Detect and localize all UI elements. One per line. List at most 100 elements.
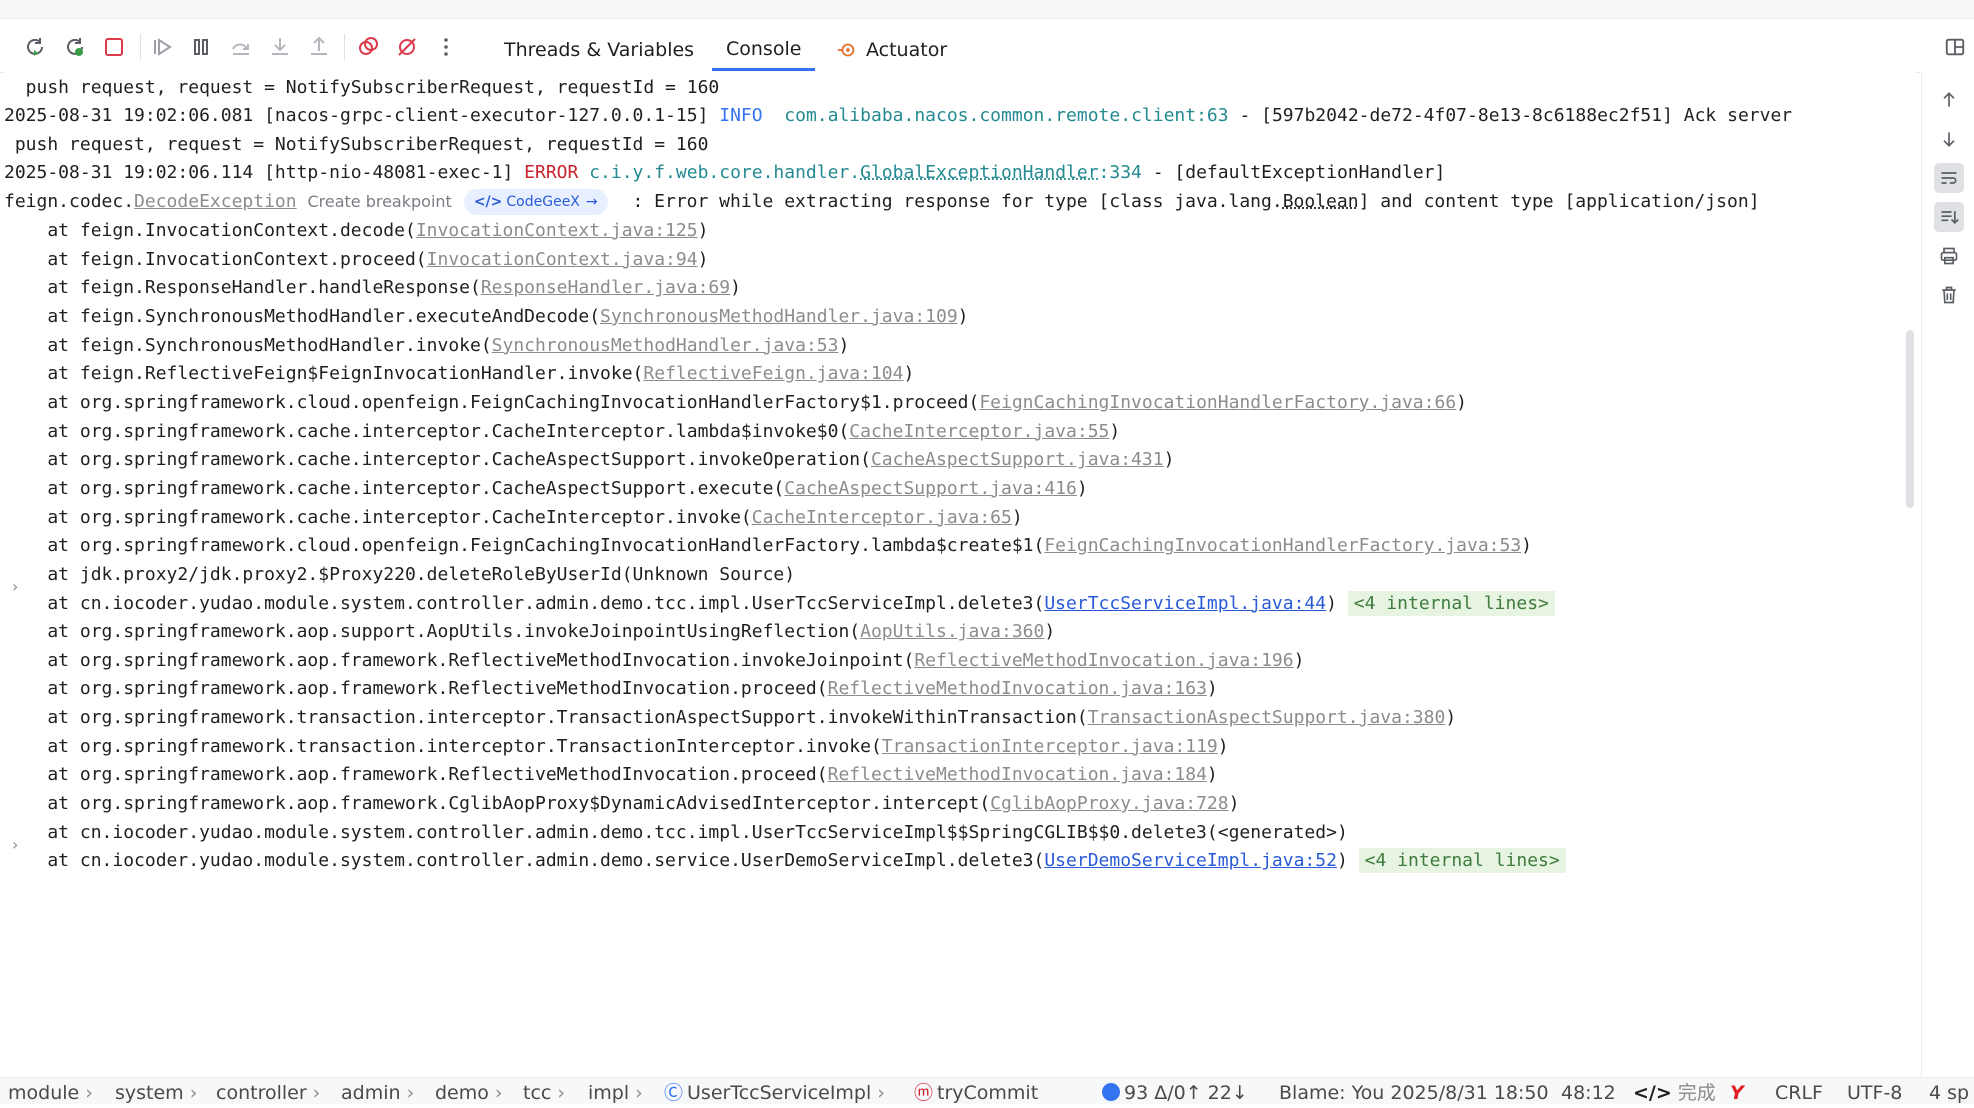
step-over-icon[interactable] <box>227 33 255 61</box>
source-link[interactable]: FeignCachingInvocationHandlerFactory.jav… <box>1044 535 1521 556</box>
up-arrow-icon[interactable] <box>1934 85 1964 115</box>
console-output[interactable]: push request, request = NotifySubscriber… <box>4 72 1916 1077</box>
logger-name[interactable]: com.alibaba.nacos.common.remote.client:6… <box>763 105 1228 126</box>
breadcrumb-item[interactable]: demo › <box>435 1078 503 1104</box>
tab-console[interactable]: Console <box>712 30 816 71</box>
logger-line: :334 <box>1098 162 1142 183</box>
vcs-changes[interactable]: 93 Δ/0↑ 22↓ <box>1102 1078 1248 1104</box>
vertical-scrollbar[interactable] <box>1906 330 1914 508</box>
source-link[interactable]: ResponseHandler.java:69 <box>481 277 730 298</box>
more-options-icon[interactable] <box>432 33 460 61</box>
blame-info[interactable]: Blame: You 2025/8/31 18:50 <box>1279 1078 1549 1104</box>
source-link[interactable]: CacheAspectSupport.java:431 <box>871 449 1164 470</box>
breadcrumb-item[interactable]: Ⓒ UserTccServiceImpl › <box>664 1078 885 1104</box>
layout-options-icon[interactable] <box>1944 36 1966 62</box>
mute-breakpoints-icon[interactable] <box>393 33 421 61</box>
line-separator-label: CRLF <box>1775 1082 1823 1104</box>
log-level-info: INFO <box>719 105 763 126</box>
source-link[interactable]: AopUtils.java:360 <box>860 621 1044 642</box>
plugin-y-icon[interactable]: Y <box>1730 1078 1744 1104</box>
log-message: - [597b2042-de72-4f07-8e13-8c6188ec2f51]… <box>1228 105 1793 126</box>
stack-frame: at org.springframework.cache.interceptor… <box>4 417 1120 447</box>
source-link[interactable]: ReflectiveFeign.java:104 <box>643 363 903 384</box>
breadcrumb-item[interactable]: impl › <box>588 1078 643 1104</box>
caret-position[interactable]: 48:12 <box>1561 1078 1616 1104</box>
soft-wrap-icon[interactable] <box>1934 163 1964 193</box>
step-out-icon[interactable] <box>305 33 333 61</box>
source-link[interactable]: TransactionAspectSupport.java:380 <box>1088 707 1446 728</box>
codegeex-button[interactable]: </> CodeGeeX → <box>463 189 608 215</box>
stack-frame: at feign.InvocationContext.decode(Invoca… <box>4 216 708 246</box>
indent-setting[interactable]: 4 sp <box>1929 1078 1969 1104</box>
file-encoding[interactable]: UTF-8 <box>1847 1078 1902 1104</box>
internal-lines-fold[interactable]: <4 internal lines> <box>1358 848 1566 874</box>
source-link[interactable]: InvocationContext.java:125 <box>416 220 698 241</box>
view-breakpoints-icon[interactable] <box>354 33 382 61</box>
source-link[interactable]: CacheInterceptor.java:55 <box>849 421 1109 442</box>
source-link[interactable]: ReflectiveMethodInvocation.java:184 <box>828 764 1207 785</box>
exception-class-link[interactable]: DecodeException <box>134 191 297 212</box>
chevron-right-icon: › <box>551 1082 565 1104</box>
chevron-right-icon: › <box>79 1082 93 1104</box>
source-link[interactable]: CacheInterceptor.java:65 <box>752 507 1012 528</box>
down-arrow-icon[interactable] <box>1934 124 1964 154</box>
chevron-right-icon: › <box>871 1082 885 1104</box>
breadcrumb-item[interactable]: tcc › <box>523 1078 565 1104</box>
stack-frame: at org.springframework.cloud.openfeign.F… <box>4 388 1467 418</box>
create-breakpoint-link[interactable]: Create breakpoint <box>307 192 451 211</box>
ai-assistant-status[interactable]: </> 完成 <box>1633 1078 1716 1104</box>
breadcrumb-item[interactable]: system › <box>115 1078 197 1104</box>
breadcrumb-item[interactable]: ⓜ tryCommit <box>914 1078 1038 1104</box>
internal-lines-fold[interactable]: <4 internal lines> <box>1347 590 1555 616</box>
logger-package: c.i.y.f.web.core.handler. <box>578 162 861 183</box>
log-level-error: ERROR <box>524 162 579 183</box>
breadcrumb-item[interactable]: module › <box>8 1078 93 1104</box>
source-link[interactable]: FeignCachingInvocationHandlerFactory.jav… <box>979 392 1456 413</box>
tab-threads-variables[interactable]: Threads & Variables <box>504 30 694 70</box>
pause-icon[interactable] <box>187 33 215 61</box>
stack-frame-method: at org.springframework.aop.framework.Ref… <box>4 678 828 700</box>
scroll-to-end-icon[interactable] <box>1934 202 1964 232</box>
stack-frame: at org.springframework.cache.interceptor… <box>4 445 1174 475</box>
rerun-icon[interactable] <box>21 33 49 61</box>
expand-fold-icon[interactable]: › <box>12 577 18 596</box>
line-separator[interactable]: CRLF <box>1775 1078 1823 1104</box>
stack-frame-method: at org.springframework.cloud.openfeign.F… <box>4 391 980 413</box>
source-link[interactable]: SynchronousMethodHandler.java:109 <box>600 306 958 327</box>
console-text: push request, request = NotifySubscriber… <box>4 77 720 98</box>
stack-frame-close: ) <box>838 334 850 356</box>
source-link[interactable]: TransactionInterceptor.java:119 <box>882 736 1218 757</box>
source-link[interactable]: ReflectiveMethodInvocation.java:196 <box>914 650 1293 671</box>
print-icon[interactable] <box>1934 241 1964 271</box>
stack-frame: at cn.iocoder.yudao.module.system.contro… <box>4 846 1566 876</box>
step-into-icon[interactable] <box>266 33 294 61</box>
tab-threads-variables-label: Threads & Variables <box>504 39 695 61</box>
stack-frame: at jdk.proxy2/jdk.proxy2.$Proxy220.delet… <box>4 560 795 590</box>
codegeex-label: CodeGeeX <box>506 194 580 210</box>
stack-frame: at org.springframework.aop.framework.Ref… <box>4 760 1217 790</box>
source-link[interactable]: CacheAspectSupport.java:416 <box>784 478 1077 499</box>
source-link[interactable]: CglibAopProxy.java:728 <box>990 793 1228 814</box>
stack-frame-method: at feign.SynchronousMethodHandler.execut… <box>4 305 601 327</box>
source-link[interactable]: SynchronousMethodHandler.java:53 <box>492 335 839 356</box>
breadcrumb-item[interactable]: controller › <box>216 1078 320 1104</box>
logger-class-link[interactable]: GlobalExceptionHandler <box>860 162 1098 183</box>
tab-actuator[interactable]: Actuator <box>836 30 947 70</box>
source-link[interactable]: ReflectiveMethodInvocation.java:163 <box>828 678 1207 699</box>
expand-fold-icon[interactable]: › <box>12 835 18 854</box>
stack-frame: at org.springframework.cache.interceptor… <box>4 503 1022 533</box>
breadcrumb-label: UserTccServiceImpl <box>687 1082 872 1104</box>
breadcrumb-label: demo <box>435 1082 489 1104</box>
breadcrumb-item[interactable]: admin › <box>341 1078 414 1104</box>
breadcrumb-label: impl <box>588 1082 630 1104</box>
source-link[interactable]: InvocationContext.java:94 <box>427 249 698 270</box>
resume-icon[interactable] <box>148 33 176 61</box>
console-line: 2025-08-31 19:02:06.081 [nacos-grpc-clie… <box>4 101 1792 131</box>
stack-frame-close: ) <box>1217 735 1229 757</box>
source-link[interactable]: UserDemoServiceImpl.java:52 <box>1044 850 1337 871</box>
rerun-failed-icon[interactable] <box>61 33 89 61</box>
stack-frame-method: at org.springframework.transaction.inter… <box>4 707 1088 728</box>
source-link[interactable]: UserTccServiceImpl.java:44 <box>1044 593 1326 614</box>
clear-all-icon[interactable] <box>1934 280 1964 310</box>
stop-icon[interactable] <box>100 33 128 61</box>
